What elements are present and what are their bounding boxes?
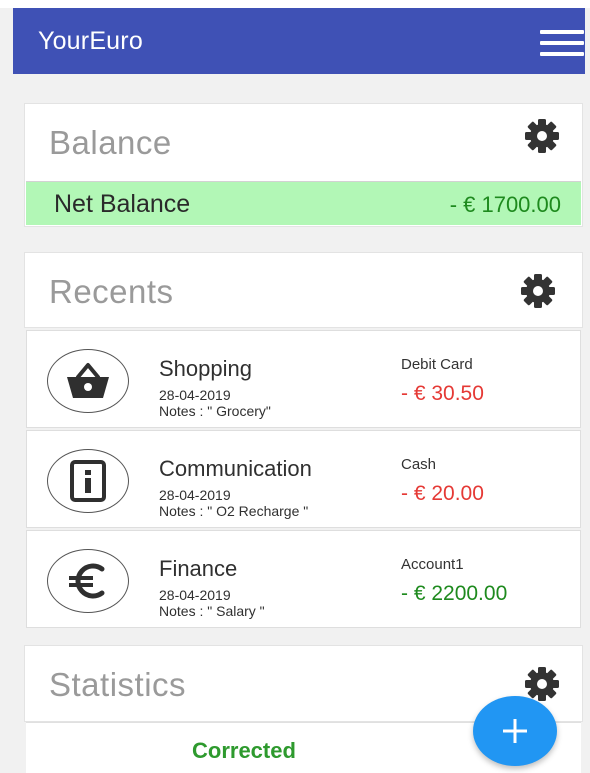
net-balance-row[interactable]: Net Balance - € 1700.00 <box>26 181 581 225</box>
euro-icon <box>47 549 129 613</box>
net-balance-value: - € 1700.00 <box>449 192 561 217</box>
recents-title: Recents <box>49 273 174 310</box>
transaction-row[interactable]: Shopping 28-04-2019 Notes : " Grocery" D… <box>26 330 581 428</box>
transaction-category: Communication <box>159 456 312 481</box>
transaction-notes: Notes : " Grocery" <box>159 403 271 419</box>
gear-icon[interactable] <box>522 116 562 156</box>
transaction-amount: - € 20.00 <box>401 482 484 505</box>
info-icon <box>47 449 129 513</box>
basket-icon <box>47 349 129 413</box>
transaction-date: 28-04-2019 <box>159 587 231 603</box>
status-area <box>0 0 590 8</box>
statistics-status: Corrected <box>192 738 296 763</box>
transaction-account: Debit Card <box>401 356 473 373</box>
transaction-notes: Notes : " O2 Recharge " <box>159 503 309 519</box>
balance-title: Balance <box>49 124 172 161</box>
transaction-category: Shopping <box>159 356 252 381</box>
transaction-category: Finance <box>159 556 238 581</box>
transaction-date: 28-04-2019 <box>159 487 231 503</box>
transaction-amount: - € 2200.00 <box>401 582 508 605</box>
transaction-amount: - € 30.50 <box>401 382 484 405</box>
transaction-row[interactable]: Finance 28-04-2019 Notes : " Salary " Ac… <box>26 530 581 628</box>
app-bar: YourEuro <box>13 8 585 74</box>
app-title: YourEuro <box>38 27 143 55</box>
plus-icon <box>503 719 527 743</box>
net-balance-label: Net Balance <box>54 190 191 218</box>
transaction-row[interactable]: Communication 28-04-2019 Notes : " O2 Re… <box>26 430 581 528</box>
statistics-title: Statistics <box>49 666 187 703</box>
recents-card: Recents <box>24 252 583 328</box>
app-screen: YourEuro Balance Net Balance - € 1700.00… <box>0 0 590 773</box>
transaction-date: 28-04-2019 <box>159 387 231 403</box>
transaction-account: Account1 <box>401 556 464 573</box>
add-transaction-button[interactable] <box>473 696 557 766</box>
hamburger-menu-icon[interactable] <box>540 29 584 59</box>
gear-icon[interactable] <box>518 271 558 311</box>
transaction-account: Cash <box>401 456 437 473</box>
transaction-notes: Notes : " Salary " <box>159 603 265 619</box>
